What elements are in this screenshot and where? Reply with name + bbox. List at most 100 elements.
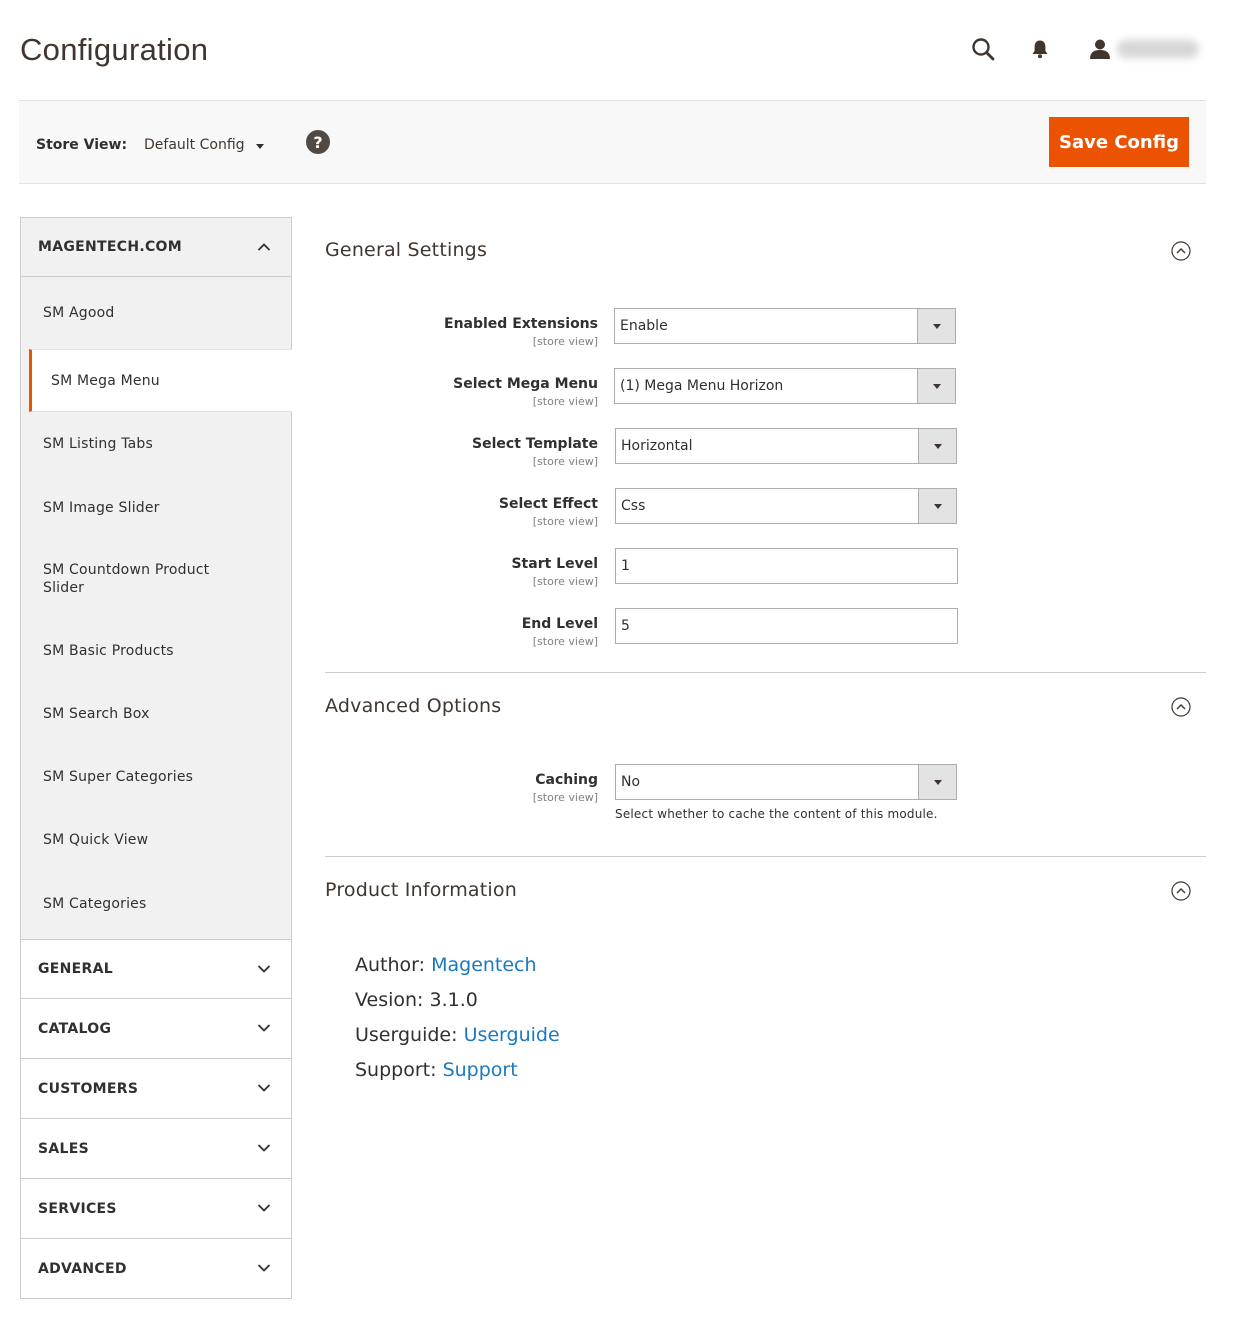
page-title: Configuration [20, 32, 209, 67]
sidebar-item-label: SM Basic Products [43, 642, 174, 659]
chevron-down-icon [257, 962, 271, 978]
userguide-link[interactable]: Userguide [464, 1024, 560, 1046]
sidebar-group-services[interactable]: SERVICES [20, 1179, 292, 1239]
select-template-select[interactable]: Horizontal [615, 428, 957, 464]
bell-icon[interactable] [1031, 39, 1049, 59]
userguide-line: Userguide: Userguide [355, 1024, 560, 1047]
field-label: Select Effect [498, 496, 598, 512]
author-line: Author: Magentech [355, 954, 560, 977]
sidebar-item-sm-categories[interactable]: SM Categories [21, 871, 291, 936]
sidebar-group-customers[interactable]: CUSTOMERS [20, 1059, 292, 1119]
field-label: Select Mega Menu [453, 376, 598, 392]
section-product-information: Product Information Author: Magentech Ve… [325, 857, 1206, 1117]
sidebar-item-label: SM Categories [43, 895, 147, 912]
userguide-label: Userguide: [355, 1024, 458, 1046]
collapse-up-icon[interactable] [1171, 881, 1191, 901]
sidebar-item-label: SM Listing Tabs [43, 436, 153, 452]
sidebar-group-catalog[interactable]: CATALOG [20, 999, 292, 1059]
field-label: End Level [521, 616, 598, 632]
sidebar-item-sm-basic-products[interactable]: SM Basic Products [21, 619, 291, 682]
section-title[interactable]: General Settings [325, 239, 487, 261]
end-level-input[interactable] [615, 608, 958, 644]
chevron-down-icon [257, 1081, 271, 1097]
dropdown-arrow-icon [918, 765, 956, 799]
sidebar-item-label: SM Image Slider [43, 499, 160, 516]
sidebar-item-label: SM Agood [43, 305, 115, 321]
field-select-effect: Select Effect [store view] Css [325, 488, 1206, 548]
section-title[interactable]: Advanced Options [325, 695, 501, 717]
sidebar-item-label: SM Super Categories [43, 768, 194, 785]
field-caching: Caching [store view] No Select whether t… [325, 764, 1206, 824]
field-label: Enabled Extensions [444, 316, 598, 332]
sidebar-group-label: CUSTOMERS [38, 1080, 139, 1097]
section-advanced-options: Advanced Options Caching [store view] No… [325, 673, 1206, 857]
sidebar-group-advanced[interactable]: ADVANCED [20, 1239, 292, 1299]
section-title[interactable]: Product Information [325, 879, 517, 901]
select-value: No [621, 774, 641, 790]
select-value: Horizontal [621, 438, 693, 454]
field-select-mega-menu: Select Mega Menu [store view] (1) Mega M… [325, 368, 1206, 428]
search-icon[interactable] [971, 37, 995, 61]
support-link[interactable]: Support [443, 1059, 518, 1081]
sidebar-group-label: SALES [38, 1140, 89, 1157]
sidebar-item-sm-listing-tabs[interactable]: SM Listing Tabs [21, 412, 291, 476]
field-label: Caching [535, 772, 598, 788]
field-scope: [store view] [532, 455, 598, 468]
author-link[interactable]: Magentech [431, 954, 536, 976]
config-main: General Settings Enabled Extensions [sto… [325, 217, 1206, 1117]
select-value: Enable [620, 318, 668, 334]
sidebar-item-label: SM Search Box [43, 705, 150, 722]
select-effect-select[interactable]: Css [615, 488, 957, 524]
user-name-redacted [1117, 40, 1199, 58]
caching-note: Select whether to cache the content of t… [615, 807, 938, 821]
user-icon [1089, 38, 1111, 60]
config-sidebar: MAGENTECH.COM SM Agood SM Mega Menu SM L… [20, 217, 292, 1299]
field-scope: [store view] [532, 575, 598, 588]
sidebar-item-sm-mega-menu[interactable]: SM Mega Menu [29, 349, 292, 412]
collapse-up-icon[interactable] [1171, 241, 1191, 261]
collapse-up-icon[interactable] [1171, 697, 1191, 717]
chevron-up-icon [257, 240, 271, 256]
sidebar-magentech-items: SM Agood SM Mega Menu SM Listing Tabs SM… [20, 277, 292, 939]
caching-select[interactable]: No [615, 764, 957, 800]
sidebar-item-sm-super-categories[interactable]: SM Super Categories [21, 745, 291, 808]
user-menu[interactable] [1089, 38, 1199, 60]
field-select-template: Select Template [store view] Horizontal [325, 428, 1206, 488]
sidebar-group-sales[interactable]: SALES [20, 1119, 292, 1179]
sidebar-item-label: SM Quick View [43, 831, 149, 848]
product-info-list: Author: Magentech Vesion: 3.1.0 Userguid… [355, 954, 560, 1094]
help-icon[interactable]: ? [306, 130, 330, 154]
chevron-down-icon [257, 1201, 271, 1217]
field-label: Select Template [472, 436, 598, 452]
field-scope: [store view] [532, 515, 598, 528]
version-line: Vesion: 3.1.0 [355, 989, 478, 1011]
dropdown-arrow-icon [918, 489, 956, 523]
store-view-label: Store View: [36, 137, 128, 153]
support-label: Support: [355, 1059, 437, 1081]
start-level-input[interactable] [615, 548, 958, 584]
sidebar-item-sm-search-box[interactable]: SM Search Box [21, 682, 291, 745]
sidebar-item-sm-quick-view[interactable]: SM Quick View [21, 808, 291, 871]
field-start-level: Start Level [store view] [325, 548, 1206, 608]
sidebar-item-sm-image-slider[interactable]: SM Image Slider [21, 476, 291, 539]
page-actions-toolbar: Store View: Default Config ? Save Config [19, 100, 1206, 184]
dropdown-arrow-icon [918, 429, 956, 463]
field-scope: [store view] [532, 395, 598, 408]
field-scope: [store view] [532, 635, 598, 648]
store-view-value: Default Config [144, 137, 245, 153]
sidebar-group-label: MAGENTECH.COM [38, 239, 182, 255]
save-config-button[interactable]: Save Config [1049, 117, 1189, 167]
enabled-extensions-select[interactable]: Enable [614, 308, 956, 344]
sidebar-item-sm-countdown-product-slider[interactable]: SM Countdown Product Slider [21, 539, 291, 619]
sidebar-group-general[interactable]: GENERAL [20, 939, 292, 999]
field-label: Start Level [511, 556, 598, 572]
sidebar-item-label: SM Countdown Product Slider [43, 562, 210, 596]
caret-down-icon [255, 143, 264, 149]
header-actions [971, 34, 1199, 64]
store-view-switcher[interactable]: Default Config [144, 137, 264, 153]
field-scope: [store view] [532, 335, 598, 348]
select-mega-menu-select[interactable]: (1) Mega Menu Horizon [614, 368, 956, 404]
sidebar-group-magentech[interactable]: MAGENTECH.COM [20, 217, 292, 277]
sidebar-item-sm-agood[interactable]: SM Agood [21, 277, 291, 349]
sidebar-group-label: ADVANCED [38, 1260, 127, 1277]
